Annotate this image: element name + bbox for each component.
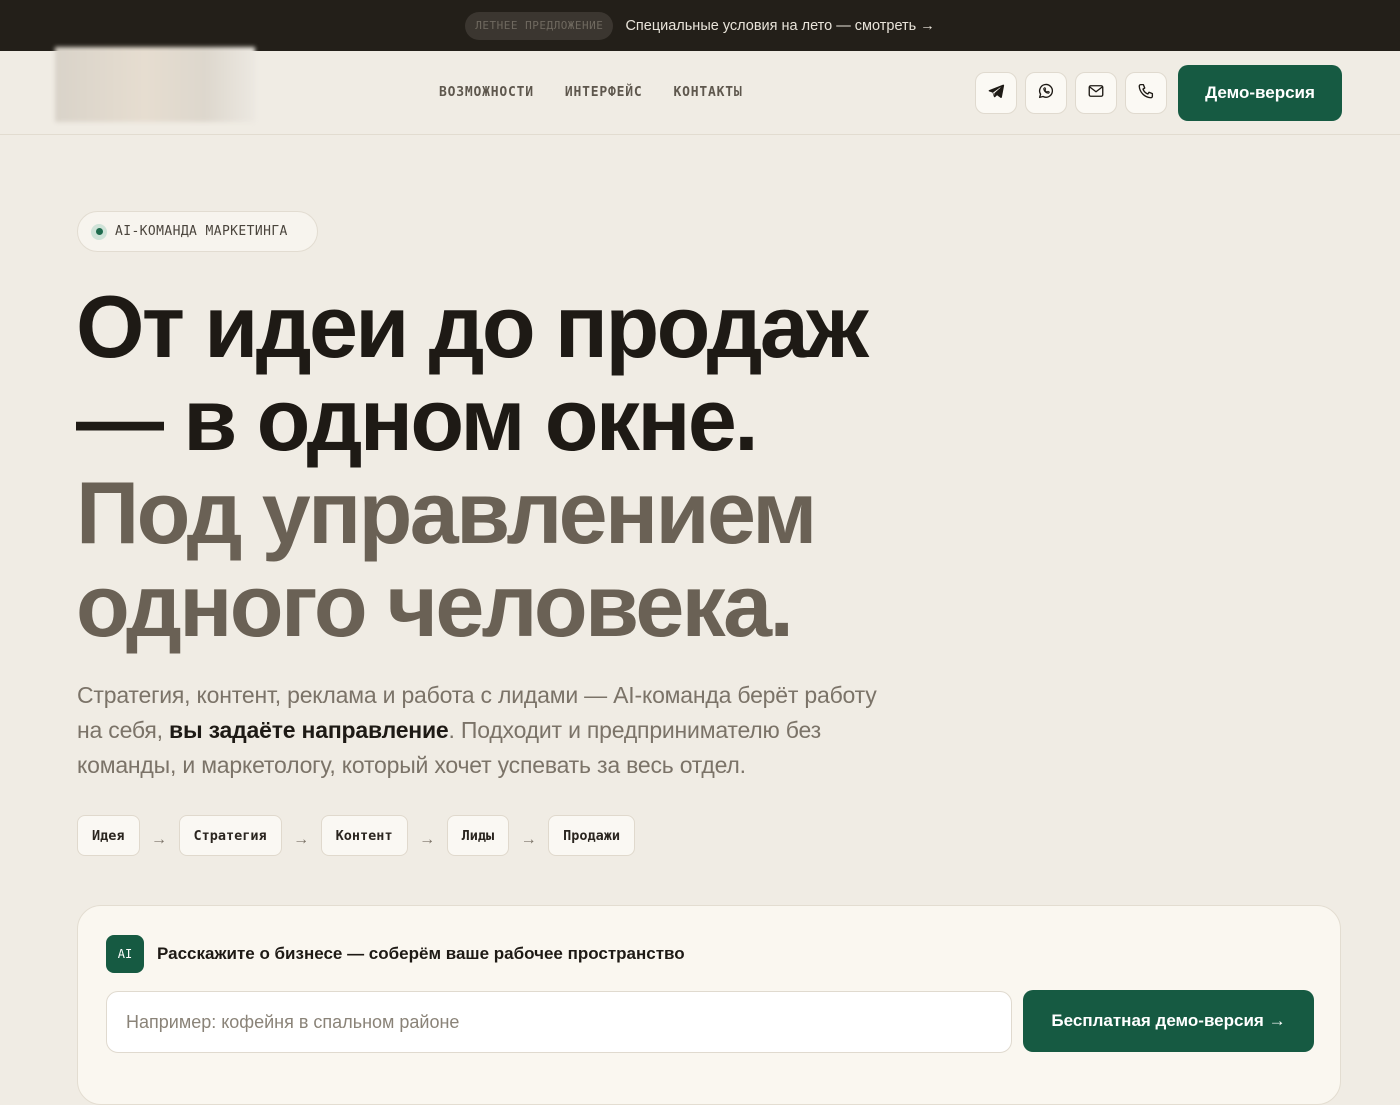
process-steps: Идея → Стратегия → Контент → Лиды → Прод…	[77, 815, 635, 856]
contact-buttons	[975, 72, 1167, 114]
promo-link[interactable]: Специальные условия на лето — смотреть →	[625, 18, 934, 34]
card-title: Расскажите о бизнесе — соберём ваше рабо…	[157, 944, 685, 963]
hero-lead: Стратегия, контент, реклама и работа с л…	[77, 678, 907, 783]
headline-line-4: одного человека.	[76, 556, 794, 655]
free-demo-button[interactable]: Бесплатная демо-версия →	[1023, 990, 1314, 1052]
site-header: Возможности Интерфейс Контакты Демо-верс…	[0, 47, 1400, 135]
nav-link-interface[interactable]: Интерфейс	[565, 85, 643, 100]
whatsapp-button[interactable]	[1025, 72, 1067, 114]
phone-icon	[1137, 82, 1155, 105]
mail-icon	[1087, 82, 1105, 105]
step-idea: Идея	[77, 815, 140, 856]
business-description-input[interactable]	[106, 991, 1012, 1053]
promo-bar: Летнее предложение Специальные условия н…	[0, 0, 1400, 51]
ai-badge: AI	[106, 935, 144, 973]
mail-button[interactable]	[1075, 72, 1117, 114]
whatsapp-icon	[1037, 82, 1055, 105]
status-dot-icon	[91, 223, 107, 240]
arrow-right-icon: →	[293, 830, 310, 848]
phone-button[interactable]	[1125, 72, 1167, 114]
nav-link-contacts[interactable]: Контакты	[674, 85, 743, 100]
hero-headline: От идеи до продаж — в одном окне. Под уп…	[76, 280, 976, 652]
logo[interactable]	[55, 47, 255, 122]
step-strategy: Стратегия	[178, 815, 282, 856]
nav-link-features[interactable]: Возможности	[439, 85, 534, 100]
arrow-right-icon: →	[419, 830, 436, 848]
headline-line-2: — в одном окне.	[76, 370, 759, 469]
headline-line-3: Под управлением	[76, 463, 817, 562]
step-leads: Лиды	[446, 815, 510, 856]
hero-pill-label: AI-КОМАНДА МАРКЕТИНГА	[115, 224, 288, 239]
step-sales: Продажи	[548, 815, 635, 856]
step-content: Контент	[320, 815, 408, 856]
telegram-icon	[987, 82, 1005, 105]
promo-badge: Летнее предложение	[465, 11, 614, 40]
telegram-button[interactable]	[975, 72, 1017, 114]
arrow-right-icon: →	[151, 830, 168, 848]
demo-button[interactable]: Демо-версия	[1178, 65, 1342, 121]
arrow-right-icon: →	[520, 830, 537, 848]
main-nav: Возможности Интерфейс Контакты	[439, 85, 743, 100]
hero-pill: AI-КОМАНДА МАРКЕТИНГА	[77, 211, 318, 252]
lead-highlight: вы задаёте направление	[169, 717, 449, 743]
headline-line-1: От идеи до продаж	[76, 277, 869, 376]
ai-workspace-card: AI Расскажите о бизнесе — соберём ваше р…	[77, 905, 1341, 1105]
